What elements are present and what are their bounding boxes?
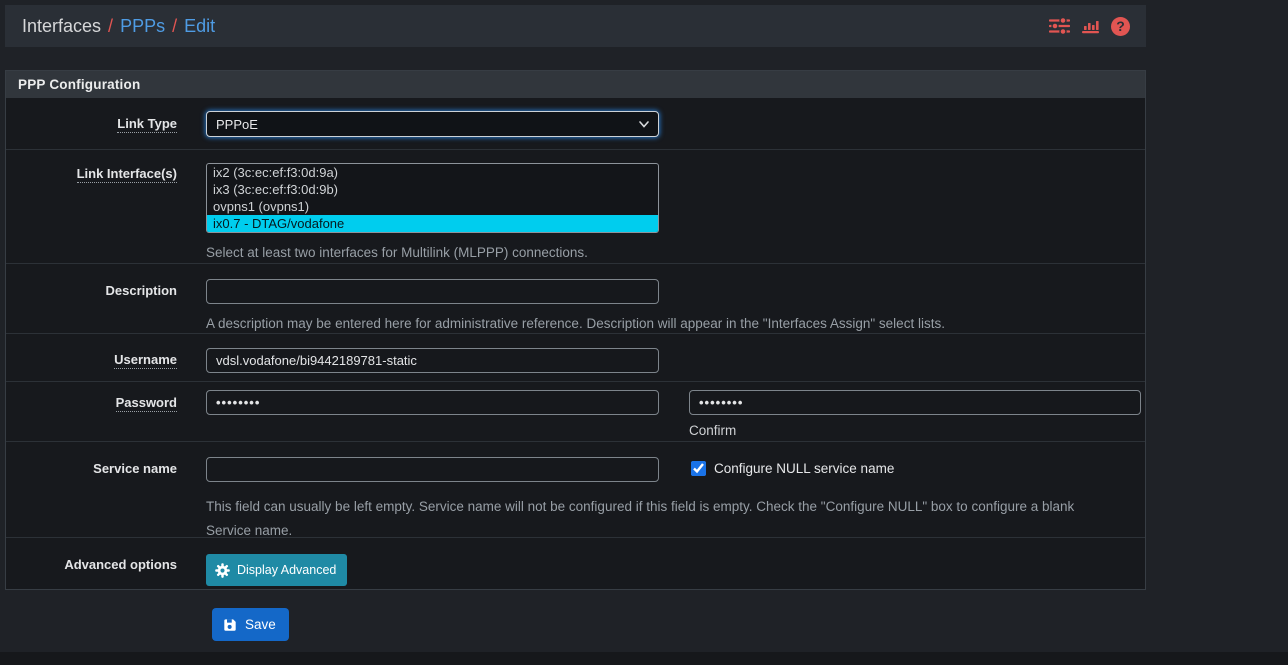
password-input[interactable] [206,390,659,415]
description-input[interactable] [206,279,659,304]
password-row: Password Confirm [6,381,1145,441]
link-type-label: Link Type [117,116,177,133]
breadcrumb: Interfaces / PPPs / Edit [22,16,215,37]
description-label: Description [105,283,177,298]
interface-option[interactable]: ix0.7 - DTAG/vodafone [207,215,658,232]
save-button-label: Save [245,617,276,632]
footer-strip [0,652,1288,665]
interface-option[interactable]: ix3 (3c:ec:ef:f3:0d:9b) [207,181,658,198]
interface-option[interactable]: ovpns1 (ovpns1) [207,198,658,215]
service-name-row: Service name Configure NULL service name… [6,441,1145,537]
username-input[interactable] [206,348,659,373]
save-button[interactable]: Save [212,608,289,641]
breadcrumb-ppps-link[interactable]: PPPs [120,16,165,37]
null-service-checkbox[interactable] [691,461,706,476]
display-advanced-button-label: Display Advanced [237,563,336,577]
username-row: Username [6,333,1145,381]
username-label: Username [114,352,177,369]
advanced-options-label: Advanced options [64,557,177,572]
topbar-icons: ? [1049,17,1130,36]
sliders-icon[interactable] [1049,17,1070,35]
service-name-help: This field can usually be left empty. Se… [206,495,1111,542]
display-advanced-button[interactable]: Display Advanced [206,554,347,586]
gear-icon [215,563,230,578]
breadcrumb-separator: / [165,16,184,37]
help-icon[interactable]: ? [1111,17,1130,36]
null-service-checkbox-group: Configure NULL service name [691,457,894,476]
null-service-checkbox-label[interactable]: Configure NULL service name [714,461,894,476]
ppp-edit-page: Interfaces / PPPs / Edit [0,0,1288,665]
link-interfaces-help: Select at least two interfaces for Multi… [206,241,1141,265]
breadcrumb-edit-link[interactable]: Edit [184,16,215,37]
breadcrumb-bar: Interfaces / PPPs / Edit [5,5,1146,47]
ppp-configuration-panel: PPP Configuration Link Type PPPoE Link I… [5,70,1146,590]
save-icon [223,618,237,632]
breadcrumb-separator: / [101,16,120,37]
link-interfaces-label: Link Interface(s) [77,166,177,183]
link-interfaces-row: Link Interface(s) ix2 (3c:ec:ef:f3:0d:9a… [6,149,1145,263]
advanced-options-row: Advanced options [6,537,1145,591]
panel-title: PPP Configuration [6,71,1145,98]
confirm-label: Confirm [689,423,1141,438]
breadcrumb-interfaces[interactable]: Interfaces [22,16,101,37]
link-type-select[interactable]: PPPoE [206,111,659,137]
chart-bar-icon[interactable] [1081,17,1100,35]
link-type-row: Link Type PPPoE [6,98,1145,149]
password-label: Password [116,395,177,412]
ppp-configuration-form: Link Type PPPoE Link Interface(s) ix2 (3… [6,98,1145,591]
description-row: Description A description may be entered… [6,263,1145,333]
interface-option[interactable]: ix2 (3c:ec:ef:f3:0d:9a) [207,164,658,181]
link-interfaces-list[interactable]: ix2 (3c:ec:ef:f3:0d:9a)ix3 (3c:ec:ef:f3:… [206,163,659,233]
service-name-label: Service name [93,461,177,476]
service-name-input[interactable] [206,457,659,482]
password-confirm-input[interactable] [689,390,1141,415]
description-help: A description may be entered here for ad… [206,312,1141,336]
